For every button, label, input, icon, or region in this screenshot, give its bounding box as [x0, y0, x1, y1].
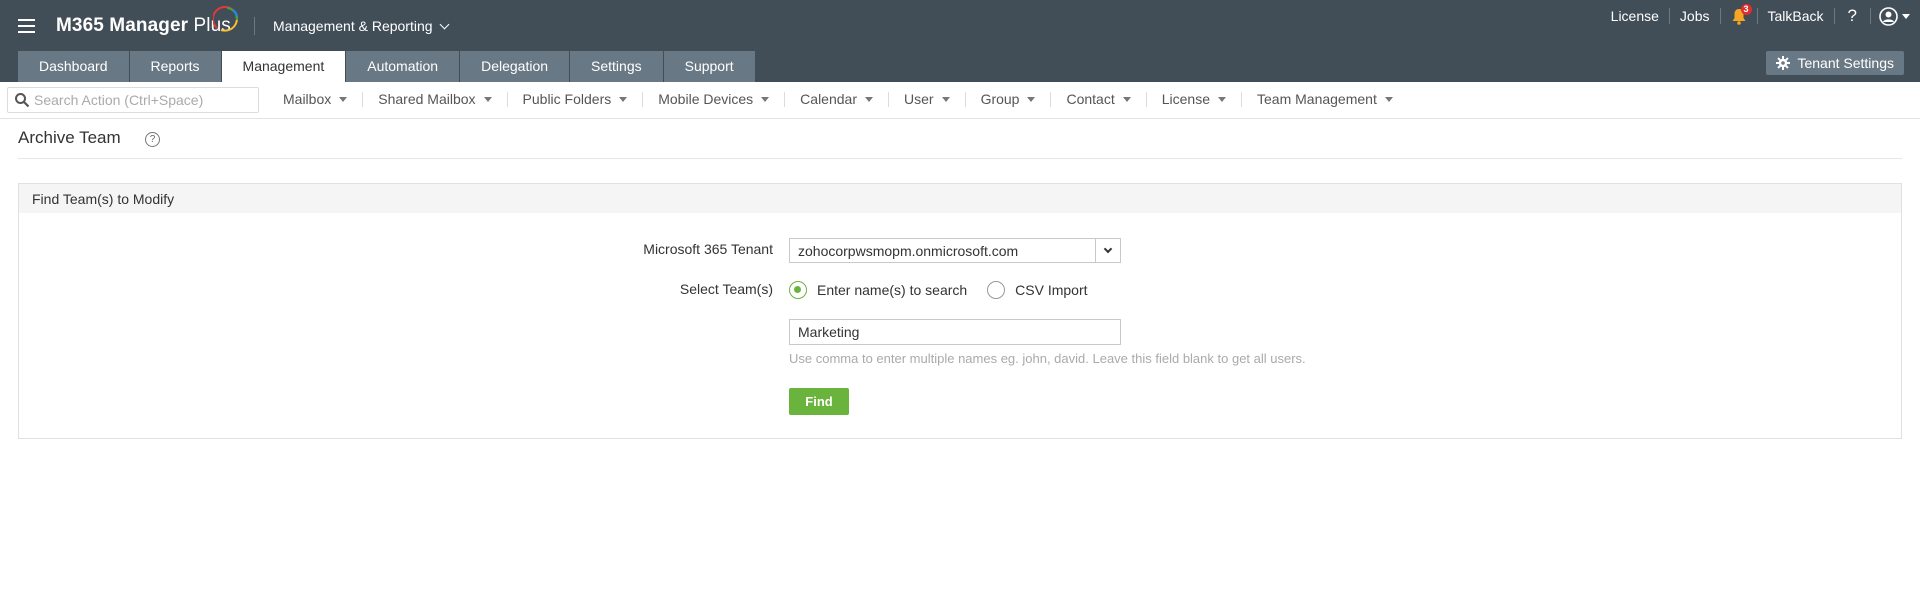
menu-mailbox[interactable]: Mailbox [268, 91, 362, 107]
action-search [7, 87, 259, 113]
find-button[interactable]: Find [789, 388, 849, 415]
team-names-input[interactable] [789, 319, 1121, 345]
hamburger-menu-icon[interactable] [18, 19, 35, 33]
header-divider [254, 17, 255, 35]
caret-down-icon [1122, 96, 1131, 102]
radio-csv-import[interactable]: CSV Import [987, 281, 1088, 299]
menu-group[interactable]: Group [966, 91, 1051, 107]
menu-shared-mailbox[interactable]: Shared Mailbox [363, 91, 506, 107]
tenant-settings-label: Tenant Settings [1797, 55, 1894, 71]
radio-unchecked-icon [987, 281, 1006, 299]
tab-reports[interactable]: Reports [129, 51, 221, 82]
tab-management[interactable]: Management [221, 51, 346, 82]
title-divider [18, 158, 1902, 159]
menu-label: Calendar [800, 91, 857, 107]
menu-license[interactable]: License [1147, 91, 1241, 107]
radio-csv-import-label: CSV Import [1015, 282, 1088, 298]
chevron-down-icon [439, 19, 449, 30]
license-link[interactable]: License [1601, 8, 1669, 24]
action-menu: Mailbox Shared Mailbox Public Folders Mo… [268, 91, 1408, 107]
caret-down-icon [1218, 96, 1226, 102]
menu-calendar[interactable]: Calendar [785, 91, 888, 107]
find-teams-panel: Find Team(s) to Modify Microsoft 365 Ten… [18, 183, 1902, 439]
search-input[interactable] [34, 92, 244, 108]
header-utilities: License Jobs 3 TalkBack ? [1601, 3, 1920, 27]
radio-enter-names-label: Enter name(s) to search [817, 282, 968, 298]
menu-label: Shared Mailbox [378, 91, 476, 107]
menu-label: User [904, 91, 934, 107]
caret-down-icon [865, 96, 873, 102]
gear-icon [1776, 56, 1791, 70]
tenant-select-value: zohocorpwsmopm.onmicrosoft.com [798, 242, 1019, 259]
page-title: Archive Team [18, 128, 121, 147]
input-hint: Use comma to enter multiple names eg. jo… [789, 351, 1306, 366]
top-header: M365 Manager Plus Management & Reporting… [0, 0, 1920, 82]
tab-settings[interactable]: Settings [570, 51, 663, 82]
caret-down-icon [1027, 96, 1036, 102]
tab-automation[interactable]: Automation [346, 51, 460, 82]
action-bar: Mailbox Shared Mailbox Public Folders Mo… [0, 82, 1920, 119]
caret-down-icon [339, 96, 348, 102]
caret-down-icon [619, 96, 628, 102]
caret-down-icon [941, 96, 950, 102]
help-circle-icon[interactable]: ? [145, 132, 160, 147]
menu-mobile-devices[interactable]: Mobile Devices [643, 91, 784, 107]
panel-title: Find Team(s) to Modify [19, 184, 1901, 213]
jobs-link[interactable]: Jobs [1670, 8, 1720, 24]
menu-label: Mobile Devices [658, 91, 754, 107]
help-button[interactable]: ? [1835, 6, 1870, 26]
main-tabs: Dashboard Reports Management Automation … [18, 51, 756, 82]
tab-dashboard[interactable]: Dashboard [18, 51, 129, 82]
product-switcher[interactable]: Management & Reporting [273, 18, 449, 34]
menu-contact[interactable]: Contact [1051, 91, 1145, 107]
tenant-select[interactable]: zohocorpwsmopm.onmicrosoft.com [789, 238, 1121, 263]
menu-label: Public Folders [522, 91, 612, 107]
tenant-label: Microsoft 365 Tenant [643, 241, 773, 257]
radio-enter-names[interactable]: Enter name(s) to search [789, 281, 967, 299]
menu-team-management[interactable]: Team Management [1242, 91, 1408, 107]
user-avatar-icon [1879, 6, 1898, 26]
menu-label: Group [980, 91, 1020, 107]
tenant-dropdown-toggle[interactable] [1095, 239, 1120, 262]
search-icon [15, 93, 30, 108]
tenant-settings-button[interactable]: Tenant Settings [1766, 51, 1904, 75]
user-menu[interactable] [1871, 6, 1920, 26]
tab-support[interactable]: Support [663, 51, 755, 82]
menu-label: Contact [1066, 91, 1115, 107]
menu-user[interactable]: User [889, 91, 965, 107]
select-teams-label: Select Team(s) [679, 281, 773, 297]
talkback-link[interactable]: TalkBack [1758, 8, 1834, 24]
menu-label: License [1161, 91, 1210, 107]
caret-down-icon [761, 96, 770, 102]
logo-arc-icon [213, 6, 239, 32]
notifications-button[interactable]: 3 [1721, 3, 1757, 25]
caret-down-icon [1902, 13, 1910, 19]
notification-badge: 3 [1740, 3, 1752, 15]
logo-text: M365 Manager [56, 15, 194, 36]
app-logo[interactable]: M365 Manager Plus [56, 15, 231, 37]
caret-down-icon [1384, 96, 1393, 102]
caret-down-icon [483, 96, 492, 102]
menu-label: Mailbox [283, 91, 332, 107]
menu-label: Team Management [1257, 91, 1377, 107]
radio-checked-icon [789, 281, 807, 299]
team-selection-mode: Enter name(s) to search CSV Import [789, 281, 1108, 299]
menu-public-folders[interactable]: Public Folders [508, 91, 643, 107]
chevron-down-icon [1103, 244, 1113, 254]
tab-delegation[interactable]: Delegation [460, 51, 570, 82]
product-switcher-label: Management & Reporting [273, 18, 433, 34]
